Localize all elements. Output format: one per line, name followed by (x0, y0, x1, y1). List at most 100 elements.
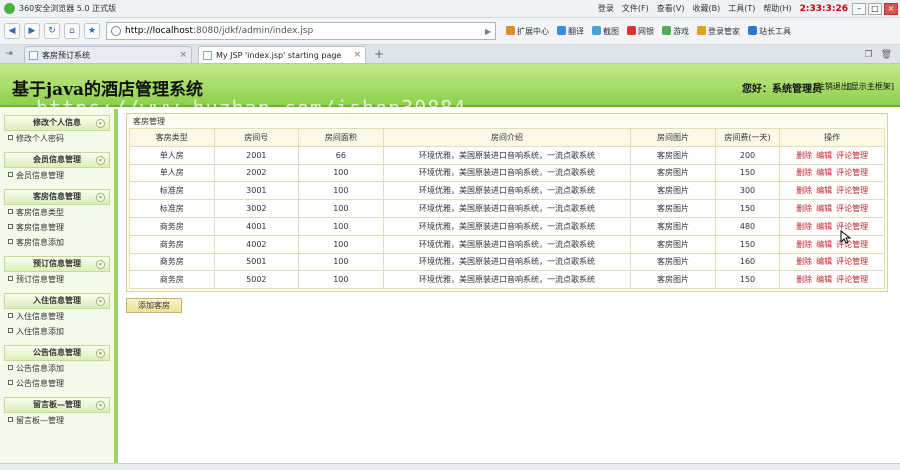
menu-item[interactable]: 会员信息管理 (4, 168, 110, 183)
view-menu[interactable]: 查看(V) (653, 3, 689, 14)
close-icon[interactable]: × (884, 2, 898, 15)
menu-group-header[interactable]: 入住信息管理 « (4, 293, 110, 309)
cell-image[interactable]: 客房图片 (630, 199, 716, 218)
menu-item[interactable]: 客房信息类型 (4, 205, 110, 220)
menu-item[interactable]: 客房信息管理 (4, 220, 110, 235)
menu-group-header[interactable]: 公告信息管理 « (4, 345, 110, 361)
tab-close-icon[interactable]: × (179, 50, 187, 60)
comments-link[interactable]: 评论管理 (836, 151, 868, 160)
help-menu[interactable]: 帮助(H) (759, 3, 795, 14)
tools-menu[interactable]: 工具(T) (724, 3, 759, 14)
menu-item[interactable]: 修改个人密码 (4, 131, 110, 146)
column-header: 房间费(一天) (714, 128, 781, 147)
comments-link[interactable]: 评论管理 (836, 204, 868, 213)
menu-item[interactable]: 预订信息管理 (4, 272, 110, 287)
forward-arrow-icon[interactable]: ▶ (24, 23, 40, 39)
comments-link[interactable]: 评论管理 (836, 168, 868, 177)
tab-hotel-booking[interactable]: 客房预订系统 × (24, 46, 192, 63)
menu-group-header[interactable]: 客房信息管理 « (4, 189, 110, 205)
menu-group-title: 入住信息管理 (33, 296, 81, 305)
screenshot-button[interactable]: 截图 (588, 25, 623, 37)
edit-link[interactable]: 编辑 (816, 222, 832, 231)
restore-tabs-icon[interactable]: ❐ (864, 50, 872, 60)
comments-link[interactable]: 评论管理 (836, 275, 868, 284)
menu-item[interactable]: 客房信息添加 (4, 235, 110, 250)
menu-group-header[interactable]: 留言板—管理 « (4, 397, 110, 413)
cell-area: 100 (298, 216, 384, 236)
ebank-button[interactable]: 网银 (623, 25, 658, 37)
cell-image[interactable]: 客房图片 (630, 181, 716, 201)
menu-item[interactable]: 公告信息管理 (4, 376, 110, 391)
cell-image[interactable]: 客房图片 (630, 270, 716, 290)
cell-image[interactable]: 客房图片 (630, 234, 716, 254)
webmaster-tools-button[interactable]: 站长工具 (744, 25, 795, 37)
minimize-icon[interactable]: – (852, 2, 866, 15)
menu-item[interactable]: 入住信息管理 (4, 309, 110, 324)
favorites-menu[interactable]: 收藏(B) (688, 3, 724, 14)
edit-link[interactable]: 编辑 (816, 240, 832, 249)
logout-link[interactable]: [注销退出] (814, 81, 852, 92)
login-menu[interactable]: 登录 (594, 3, 618, 14)
new-tab-icon[interactable]: + (370, 46, 388, 63)
cell-type: 单人房 (129, 163, 215, 183)
delete-link[interactable]: 删除 (796, 186, 812, 195)
cell-image[interactable]: 客房图片 (630, 163, 716, 183)
login-manager-button[interactable]: 登录管家 (693, 25, 744, 37)
delete-link[interactable]: 删除 (796, 151, 812, 160)
address-bar[interactable]: http://localhost :8080/jdkf/admin/index.… (106, 22, 496, 40)
main-frame-link[interactable]: [显示主框架] (848, 81, 894, 92)
cell-number: 3001 (213, 181, 300, 201)
star-icon[interactable]: ★ (84, 23, 100, 39)
trash-icon[interactable]: 🗑 (881, 50, 892, 60)
menu-item[interactable]: 留言板—管理 (4, 413, 110, 428)
collapse-icon[interactable]: « (96, 349, 105, 358)
browser-app-title: 360安全浏览器 5.0 正式版 (19, 4, 117, 13)
games-button[interactable]: 游戏 (658, 25, 693, 37)
edit-link[interactable]: 编辑 (816, 275, 832, 284)
menu-group-header[interactable]: 预订信息管理 « (4, 256, 110, 272)
collapse-icon[interactable]: « (96, 401, 105, 410)
comments-link[interactable]: 评论管理 (836, 186, 868, 195)
edit-link[interactable]: 编辑 (816, 186, 832, 195)
menu-item[interactable]: 公告信息添加 (4, 361, 110, 376)
back-arrow-icon[interactable]: ◀ (4, 23, 20, 39)
menu-item[interactable]: 入住信息添加 (4, 324, 110, 339)
delete-link[interactable]: 删除 (796, 240, 812, 249)
delete-link[interactable]: 删除 (796, 257, 812, 266)
delete-link[interactable]: 删除 (796, 222, 812, 231)
cell-image[interactable]: 客房图片 (630, 216, 716, 236)
cell-number: 4002 (213, 234, 300, 254)
edit-link[interactable]: 编辑 (816, 151, 832, 160)
collapse-icon[interactable]: « (96, 260, 105, 269)
cell-price: 200 (714, 145, 781, 165)
table-row: 商务房 5001 100 环境优雅，美国原装进口音响系统，一流点歌系统 客房图片 160 删… (129, 252, 885, 272)
sidebar-toggle-icon[interactable]: ⇥ (0, 45, 18, 63)
home-icon[interactable]: ⌂ (64, 23, 80, 39)
collapse-icon[interactable]: « (96, 156, 105, 165)
cell-image[interactable]: 客房图片 (630, 145, 716, 165)
cell-number: 5002 (213, 270, 300, 290)
tab-index-jsp[interactable]: My JSP 'index.jsp' starting page × (198, 46, 366, 63)
collapse-icon[interactable]: « (96, 119, 105, 128)
cell-image[interactable]: 客房图片 (630, 252, 716, 272)
extensions-button[interactable]: 扩展中心 (502, 25, 553, 37)
collapse-icon[interactable]: « (96, 297, 105, 306)
menu-group-header[interactable]: 修改个人信息 « (4, 115, 110, 131)
translate-button[interactable]: 翻译 (553, 25, 588, 37)
go-icon[interactable]: ▶ (481, 27, 495, 36)
tab-close-icon[interactable]: × (353, 50, 361, 60)
menu-group-header[interactable]: 会员信息管理 « (4, 152, 110, 168)
maximize-icon[interactable]: □ (868, 2, 882, 15)
delete-link[interactable]: 删除 (796, 204, 812, 213)
collapse-icon[interactable]: « (96, 193, 105, 202)
delete-link[interactable]: 删除 (796, 275, 812, 284)
edit-link[interactable]: 编辑 (816, 204, 832, 213)
comments-link[interactable]: 评论管理 (836, 257, 868, 266)
refresh-icon[interactable]: ↻ (44, 23, 60, 39)
edit-link[interactable]: 编辑 (816, 257, 832, 266)
file-menu[interactable]: 文件(F) (618, 3, 653, 14)
cell-price: 150 (714, 163, 781, 183)
edit-link[interactable]: 编辑 (816, 168, 832, 177)
add-room-button[interactable]: 添加客房 (126, 298, 182, 314)
delete-link[interactable]: 删除 (796, 168, 812, 177)
